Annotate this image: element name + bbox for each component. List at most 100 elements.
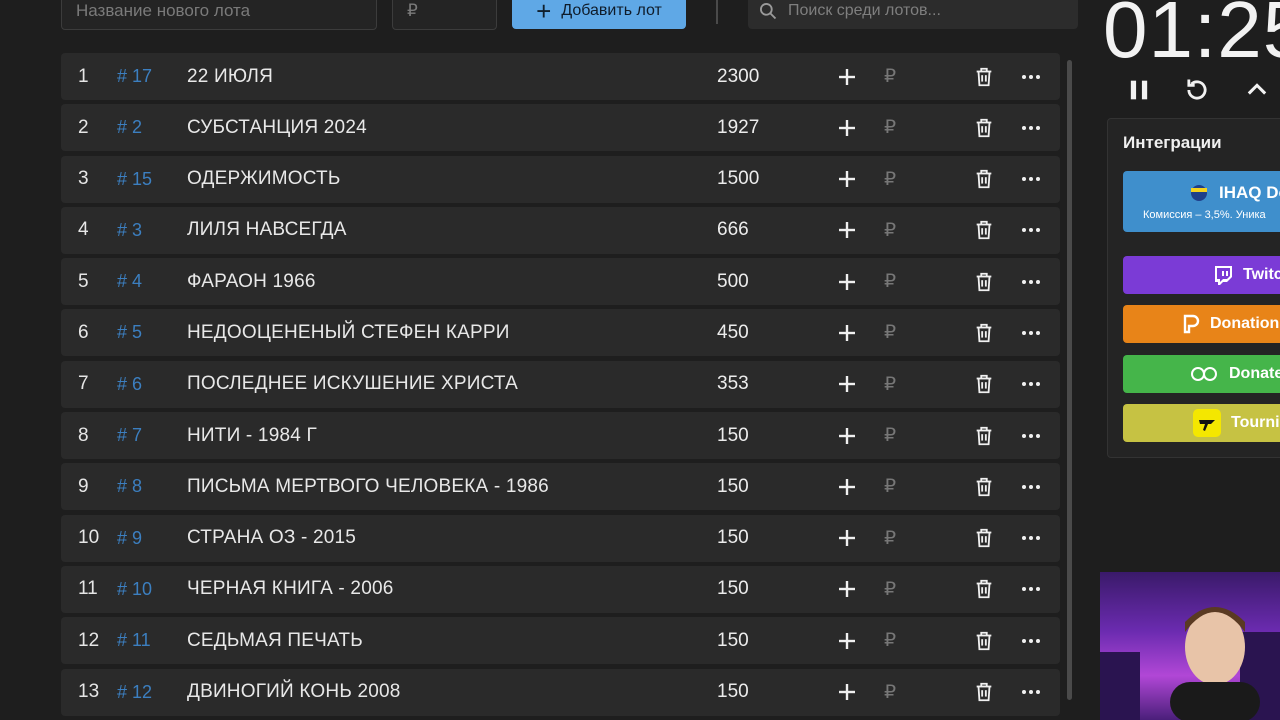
lot-currency[interactable]: ₽ bbox=[884, 629, 896, 652]
more-options-icon[interactable] bbox=[1019, 475, 1043, 499]
lot-id[interactable]: # 4 bbox=[117, 271, 142, 292]
add-amount-icon[interactable] bbox=[835, 218, 859, 242]
lot-id[interactable]: # 2 bbox=[117, 117, 142, 138]
lots-scrollbar[interactable] bbox=[1067, 60, 1072, 700]
trash-icon[interactable] bbox=[973, 526, 995, 550]
lot-currency[interactable]: ₽ bbox=[884, 65, 896, 88]
trash-icon[interactable] bbox=[973, 629, 995, 653]
add-amount-icon[interactable] bbox=[835, 475, 859, 499]
lot-row[interactable]: 9 # 8 ПИСЬМА МЕРТВОГО ЧЕЛОВЕКА - 1986 15… bbox=[61, 463, 1060, 511]
lot-row[interactable]: 8 # 7 НИТИ - 1984 Г 150 ₽ bbox=[61, 412, 1060, 460]
lot-row[interactable]: 6 # 5 НЕДООЦЕНЕНЫЙ СТЕФЕН КАРРИ 450 ₽ bbox=[61, 309, 1060, 357]
more-options-icon[interactable] bbox=[1019, 629, 1043, 653]
trash-icon[interactable] bbox=[973, 270, 995, 294]
add-amount-icon[interactable] bbox=[835, 680, 859, 704]
lot-title[interactable]: ДВИНОГИЙ КОНЬ 2008 bbox=[187, 681, 401, 703]
trash-icon[interactable] bbox=[973, 116, 995, 140]
lot-title[interactable]: ПОСЛЕДНЕЕ ИСКУШЕНИЕ ХРИСТА bbox=[187, 373, 518, 395]
add-amount-icon[interactable] bbox=[835, 65, 859, 89]
trash-icon[interactable] bbox=[973, 167, 995, 191]
lot-id[interactable]: # 9 bbox=[117, 528, 142, 549]
lot-title[interactable]: СТРАНА ОЗ - 2015 bbox=[187, 527, 356, 549]
lot-title[interactable]: СУБСТАНЦИЯ 2024 bbox=[187, 117, 367, 139]
lot-currency[interactable]: ₽ bbox=[884, 219, 896, 242]
lot-id[interactable]: # 11 bbox=[117, 630, 151, 651]
lot-id[interactable]: # 10 bbox=[117, 579, 152, 600]
lot-id[interactable]: # 5 bbox=[117, 322, 142, 343]
lot-title[interactable]: ПИСЬМА МЕРТВОГО ЧЕЛОВЕКА - 1986 bbox=[187, 476, 549, 498]
more-options-icon[interactable] bbox=[1019, 424, 1043, 448]
lot-title[interactable]: 22 ИЮЛЯ bbox=[187, 66, 273, 88]
lot-id[interactable]: # 6 bbox=[117, 374, 142, 395]
add-amount-icon[interactable] bbox=[835, 629, 859, 653]
restart-icon[interactable] bbox=[1183, 76, 1211, 104]
lot-id[interactable]: # 3 bbox=[117, 220, 142, 241]
lot-id[interactable]: # 12 bbox=[117, 682, 152, 703]
lot-row[interactable]: 1 # 17 22 ИЮЛЯ 2300 ₽ bbox=[61, 53, 1060, 100]
trash-icon[interactable] bbox=[973, 218, 995, 242]
lot-title[interactable]: ФАРАОН 1966 bbox=[187, 271, 316, 293]
lot-currency[interactable]: ₽ bbox=[884, 681, 896, 704]
trash-icon[interactable] bbox=[973, 680, 995, 704]
more-options-icon[interactable] bbox=[1019, 526, 1043, 550]
lot-id[interactable]: # 8 bbox=[117, 476, 142, 497]
trash-icon[interactable] bbox=[973, 577, 995, 601]
more-options-icon[interactable] bbox=[1019, 167, 1043, 191]
more-options-icon[interactable] bbox=[1019, 577, 1043, 601]
lot-title[interactable]: НЕДООЦЕНЕНЫЙ СТЕФЕН КАРРИ bbox=[187, 322, 510, 344]
donatepay-integration-button[interactable]: Donate bbox=[1123, 355, 1280, 393]
lot-currency[interactable]: ₽ bbox=[884, 116, 896, 139]
search-input[interactable]: Поиск среди лотов... bbox=[748, 0, 1078, 29]
lot-row[interactable]: 13 # 12 ДВИНОГИЙ КОНЬ 2008 150 ₽ bbox=[61, 668, 1060, 716]
add-amount-icon[interactable] bbox=[835, 270, 859, 294]
chevron-up-icon[interactable] bbox=[1243, 76, 1271, 104]
lot-currency[interactable]: ₽ bbox=[884, 527, 896, 550]
donation-alerts-integration-button[interactable]: Donation bbox=[1123, 305, 1280, 343]
lot-title[interactable]: ЛИЛЯ НАВСЕГДА bbox=[187, 219, 347, 241]
lot-currency[interactable]: ₽ bbox=[884, 373, 896, 396]
more-options-icon[interactable] bbox=[1019, 321, 1043, 345]
tournament-integration-button[interactable]: Tourni bbox=[1123, 404, 1280, 442]
add-amount-icon[interactable] bbox=[835, 372, 859, 396]
trash-icon[interactable] bbox=[973, 372, 995, 396]
add-amount-icon[interactable] bbox=[835, 321, 859, 345]
add-lot-button[interactable]: + Добавить лот bbox=[512, 0, 686, 29]
trash-icon[interactable] bbox=[973, 65, 995, 89]
lot-row[interactable]: 7 # 6 ПОСЛЕДНЕЕ ИСКУШЕНИЕ ХРИСТА 353 ₽ bbox=[61, 360, 1060, 408]
lot-id[interactable]: # 15 bbox=[117, 169, 152, 190]
lot-currency[interactable]: ₽ bbox=[884, 270, 896, 293]
lot-id[interactable]: # 17 bbox=[117, 66, 152, 87]
lot-row[interactable]: 12 # 11 СЕДЬМАЯ ПЕЧАТЬ 150 ₽ bbox=[61, 617, 1060, 665]
lot-row[interactable]: 4 # 3 ЛИЛЯ НАВСЕГДА 666 ₽ bbox=[61, 206, 1060, 254]
lot-currency[interactable]: ₽ bbox=[884, 168, 896, 191]
lot-currency[interactable]: ₽ bbox=[884, 321, 896, 344]
ihaq-integration-button[interactable]: IHAQ Do Комиссия – 3,5%. Уника bbox=[1123, 171, 1280, 232]
trash-icon[interactable] bbox=[973, 424, 995, 448]
lot-price-input[interactable]: ₽ bbox=[392, 0, 497, 30]
lot-title[interactable]: НИТИ - 1984 Г bbox=[187, 425, 317, 447]
lot-row[interactable]: 11 # 10 ЧЕРНАЯ КНИГА - 2006 150 ₽ bbox=[61, 565, 1060, 613]
lot-row[interactable]: 10 # 9 СТРАНА ОЗ - 2015 150 ₽ bbox=[61, 514, 1060, 562]
more-options-icon[interactable] bbox=[1019, 218, 1043, 242]
twitch-integration-button[interactable]: Twitc bbox=[1123, 256, 1280, 294]
lot-title[interactable]: ОДЕРЖИМОСТЬ bbox=[187, 168, 341, 190]
add-amount-icon[interactable] bbox=[835, 116, 859, 140]
more-options-icon[interactable] bbox=[1019, 680, 1043, 704]
more-options-icon[interactable] bbox=[1019, 270, 1043, 294]
trash-icon[interactable] bbox=[973, 321, 995, 345]
lot-currency[interactable]: ₽ bbox=[884, 578, 896, 601]
lot-row[interactable]: 2 # 2 СУБСТАНЦИЯ 2024 1927 ₽ bbox=[61, 104, 1060, 152]
add-amount-icon[interactable] bbox=[835, 424, 859, 448]
lot-row[interactable]: 5 # 4 ФАРАОН 1966 500 ₽ bbox=[61, 258, 1060, 306]
lot-title[interactable]: СЕДЬМАЯ ПЕЧАТЬ bbox=[187, 630, 363, 652]
lot-currency[interactable]: ₽ bbox=[884, 475, 896, 498]
add-amount-icon[interactable] bbox=[835, 167, 859, 191]
lot-name-input[interactable]: Название нового лота bbox=[61, 0, 377, 30]
more-options-icon[interactable] bbox=[1019, 65, 1043, 89]
more-options-icon[interactable] bbox=[1019, 372, 1043, 396]
lot-currency[interactable]: ₽ bbox=[884, 424, 896, 447]
more-options-icon[interactable] bbox=[1019, 116, 1043, 140]
add-amount-icon[interactable] bbox=[835, 577, 859, 601]
lot-title[interactable]: ЧЕРНАЯ КНИГА - 2006 bbox=[187, 578, 394, 600]
trash-icon[interactable] bbox=[973, 475, 995, 499]
